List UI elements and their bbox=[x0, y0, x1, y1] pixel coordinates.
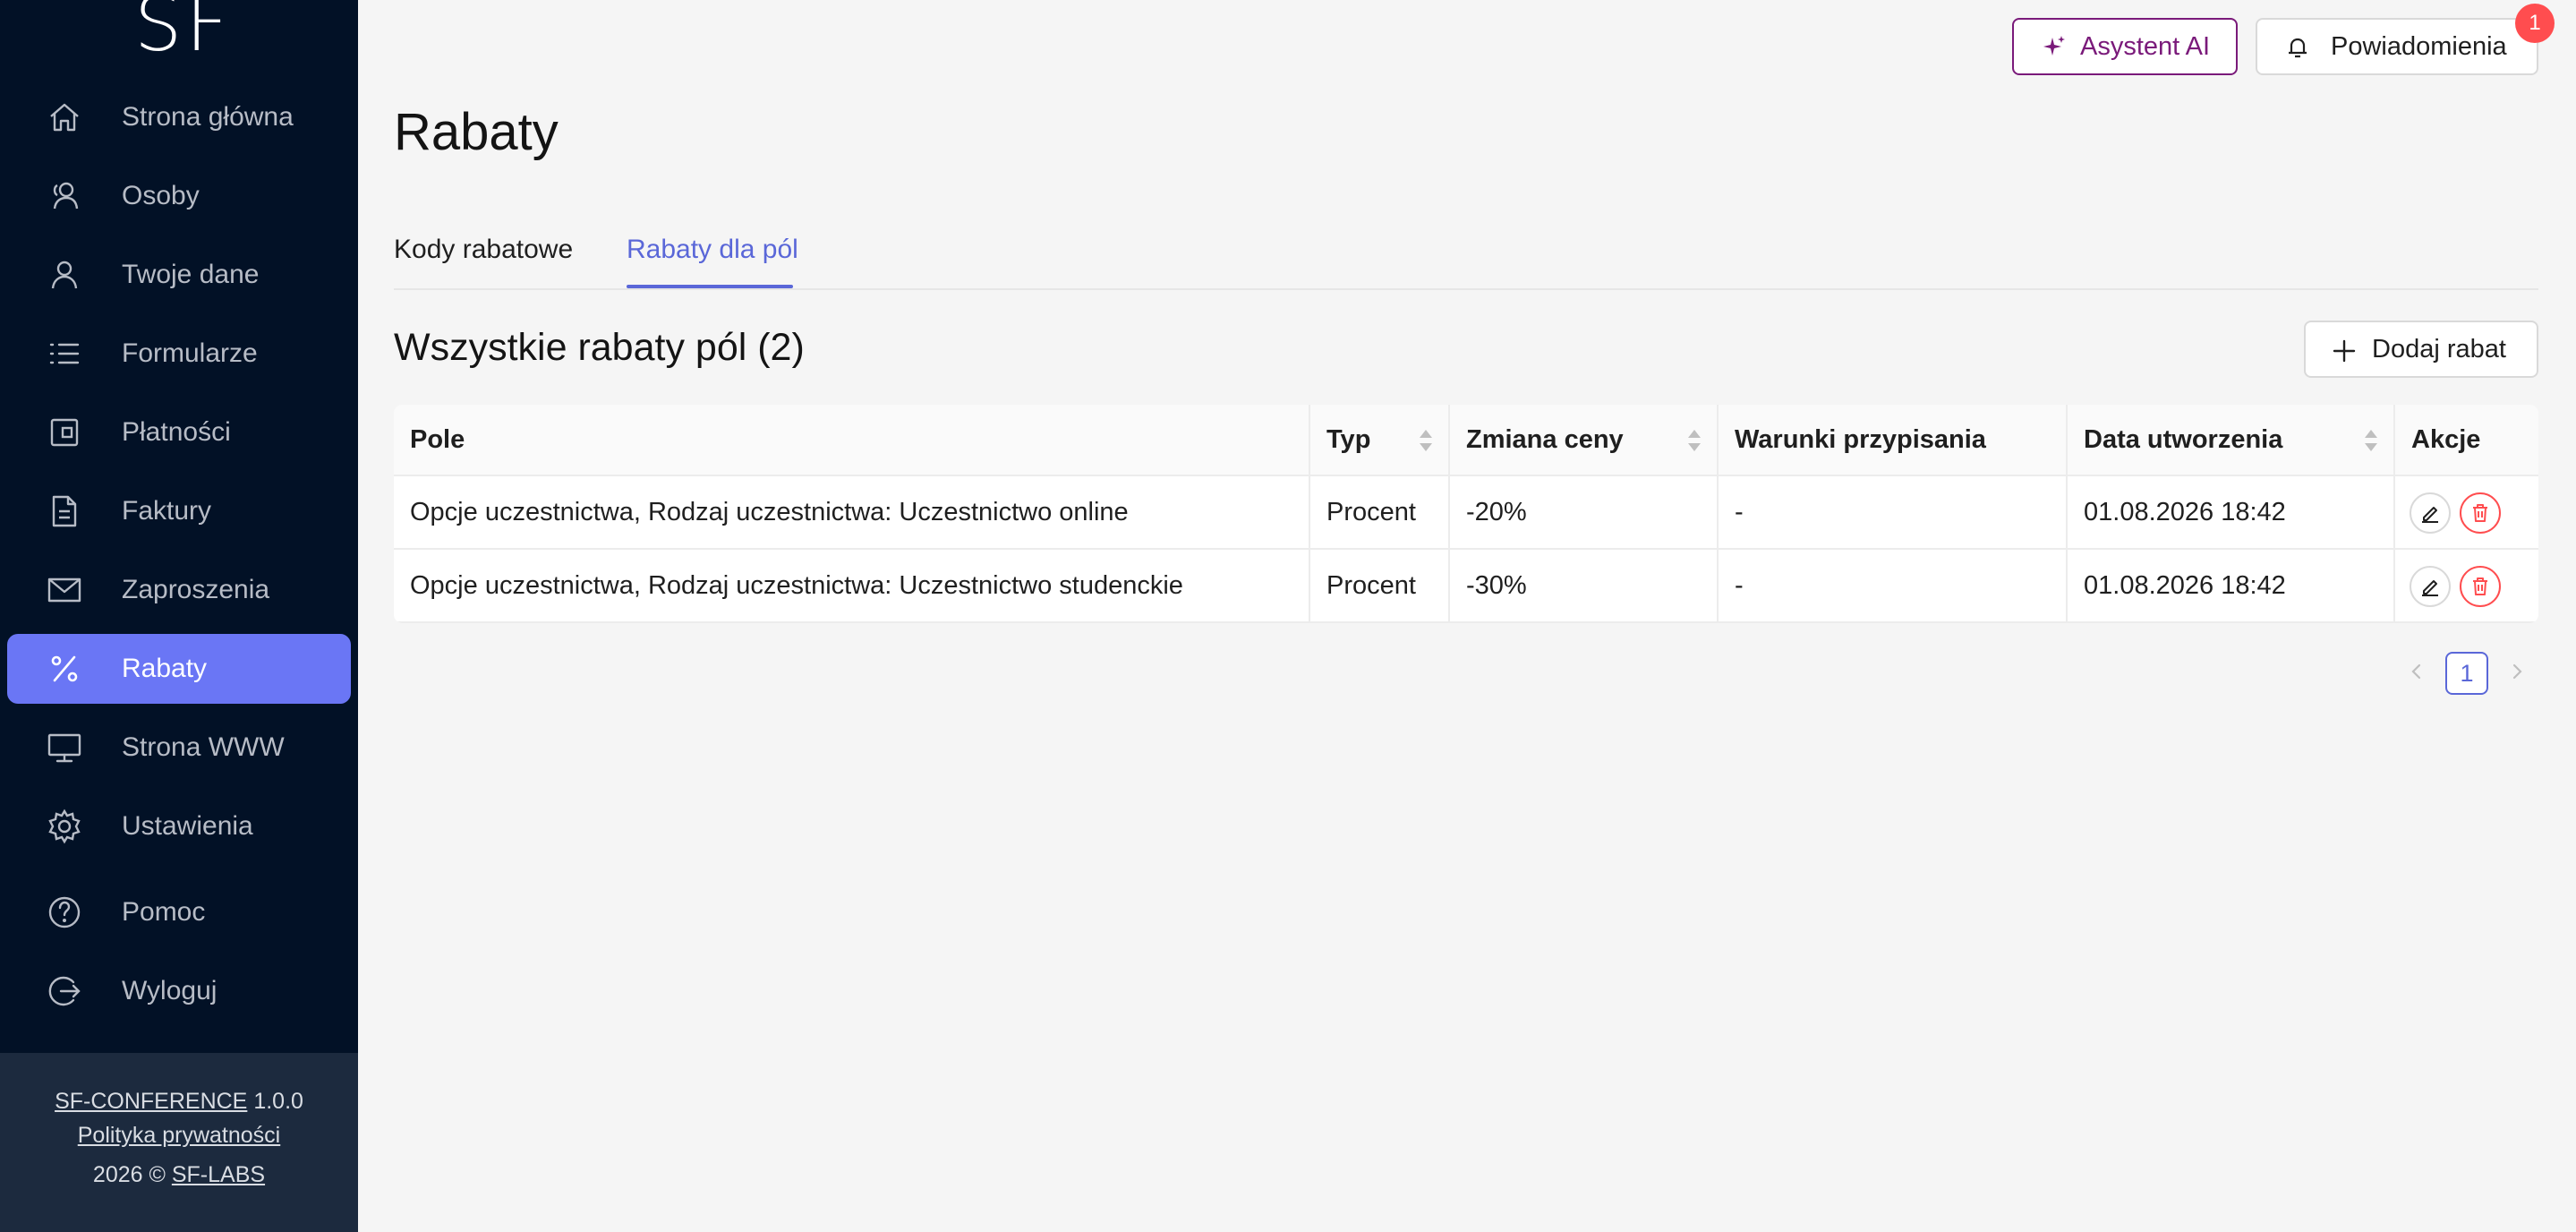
question-icon bbox=[47, 894, 82, 930]
cell-price-change: -20% bbox=[1450, 476, 1719, 548]
home-icon bbox=[47, 99, 82, 135]
gear-icon bbox=[47, 808, 82, 844]
sidebar-item-help[interactable]: Pomoc bbox=[7, 877, 351, 947]
cell-created-date: 01.08.2026 18:42 bbox=[2068, 476, 2395, 548]
sidebar-item-label: Strona główna bbox=[122, 102, 294, 132]
wallet-icon bbox=[47, 415, 82, 450]
edit-button[interactable] bbox=[2410, 566, 2451, 607]
active-tab-indicator bbox=[627, 285, 793, 288]
sidebar-item-label: Pomoc bbox=[122, 897, 206, 927]
cell-conditions: - bbox=[1719, 476, 2068, 548]
tabs-divider bbox=[394, 288, 2538, 290]
cell-type: Procent bbox=[1310, 550, 1450, 621]
sidebar-item-label: Płatności bbox=[122, 417, 231, 447]
sidebar: SF Strona główna Osoby Twoje dane Formul… bbox=[0, 0, 358, 1232]
sidebar-item-label: Ustawienia bbox=[122, 811, 253, 841]
sidebar-item-payments[interactable]: Płatności bbox=[7, 398, 351, 467]
logout-icon bbox=[47, 973, 82, 1009]
table-header: Pole Typ Zmiana ceny Warunki przypisania… bbox=[394, 405, 2538, 476]
sidebar-item-label: Wyloguj bbox=[122, 976, 218, 1005]
percent-icon bbox=[47, 651, 82, 687]
column-header-created-date[interactable]: Data utworzenia bbox=[2068, 405, 2395, 475]
cell-field: Opcje uczestnictwa, Rodzaj uczestnictwa:… bbox=[394, 476, 1310, 548]
tab-field-discounts[interactable]: Rabaty dla pól bbox=[627, 235, 798, 265]
column-header-type[interactable]: Typ bbox=[1310, 405, 1450, 475]
bell-icon bbox=[2289, 38, 2307, 58]
sidebar-item-label: Zaproszenia bbox=[122, 575, 270, 604]
plus-icon bbox=[2333, 339, 2356, 363]
list-icon bbox=[47, 336, 82, 372]
cell-type: Procent bbox=[1310, 476, 1450, 548]
delete-button[interactable] bbox=[2460, 492, 2501, 534]
pencil-icon bbox=[2422, 580, 2438, 596]
sidebar-item-home[interactable]: Strona główna bbox=[7, 82, 351, 152]
column-header-price-change[interactable]: Zmiana ceny bbox=[1450, 405, 1719, 475]
column-header-actions: Akcje bbox=[2411, 424, 2481, 454]
sidebar-item-label: Rabaty bbox=[122, 654, 208, 683]
chevron-right-icon[interactable] bbox=[2504, 659, 2529, 684]
tab-discount-codes[interactable]: Kody rabatowe bbox=[394, 235, 573, 265]
ai-assistant-label: Asystent AI bbox=[2080, 32, 2211, 61]
notifications-button[interactable]: Powiadomienia bbox=[2256, 18, 2538, 75]
sidebar-item-label: Formularze bbox=[122, 338, 258, 368]
sidebar-item-invitations[interactable]: Zaproszenia bbox=[7, 555, 351, 625]
edit-button[interactable] bbox=[2410, 492, 2451, 534]
sidebar-footer: SF-CONFERENCE 1.0.0 Polityka prywatności… bbox=[0, 1053, 358, 1232]
sort-icon bbox=[2365, 430, 2377, 451]
sidebar-item-people[interactable]: Osoby bbox=[7, 161, 351, 231]
cell-conditions: - bbox=[1719, 550, 2068, 621]
notifications-badge: 1 bbox=[2515, 4, 2555, 43]
privacy-link[interactable]: Polityka prywatności bbox=[78, 1123, 280, 1148]
cell-field: Opcje uczestnictwa, Rodzaj uczestnictwa:… bbox=[394, 550, 1310, 621]
trash-icon bbox=[2473, 578, 2487, 595]
sparkle-icon bbox=[2043, 36, 2065, 56]
sidebar-item-label: Strona WWW bbox=[122, 732, 285, 762]
column-header-conditions: Warunki przypisania bbox=[1719, 405, 2068, 475]
sidebar-item-settings[interactable]: Ustawienia bbox=[7, 791, 351, 861]
people-icon bbox=[47, 178, 82, 214]
table-row: Opcje uczestnictwa, Rodzaj uczestnictwa:… bbox=[394, 476, 2538, 550]
discounts-table: Pole Typ Zmiana ceny Warunki przypisania… bbox=[394, 405, 2538, 623]
envelope-icon bbox=[47, 572, 82, 608]
sidebar-item-your-data[interactable]: Twoje dane bbox=[7, 240, 351, 310]
trash-icon bbox=[2473, 504, 2487, 522]
app-version: 1.0.0 bbox=[253, 1089, 303, 1114]
pencil-icon bbox=[2422, 507, 2438, 523]
page-title: Rabaty bbox=[394, 103, 559, 161]
table-row: Opcje uczestnictwa, Rodzaj uczestnictwa:… bbox=[394, 550, 2538, 623]
monitor-icon bbox=[47, 730, 82, 766]
sidebar-item-label: Osoby bbox=[122, 181, 200, 210]
user-icon bbox=[47, 257, 82, 293]
cell-actions bbox=[2395, 476, 2538, 548]
sort-icon bbox=[1420, 430, 1432, 451]
ai-assistant-button[interactable]: Asystent AI bbox=[2012, 18, 2238, 75]
sidebar-item-logout[interactable]: Wyloguj bbox=[7, 956, 351, 1026]
sidebar-item-forms[interactable]: Formularze bbox=[7, 319, 351, 389]
chevron-left-icon[interactable] bbox=[2404, 659, 2429, 684]
sidebar-item-discounts[interactable]: Rabaty bbox=[7, 634, 351, 704]
sidebar-item-label: Faktury bbox=[122, 496, 212, 526]
cell-created-date: 01.08.2026 18:42 bbox=[2068, 550, 2395, 621]
column-header-field: Pole bbox=[394, 405, 1310, 475]
cell-actions bbox=[2395, 550, 2538, 621]
add-discount-label: Dodaj rabat bbox=[2372, 335, 2506, 364]
notifications-label: Powiadomienia bbox=[2331, 32, 2507, 61]
document-icon bbox=[47, 493, 82, 529]
sidebar-item-website[interactable]: Strona WWW bbox=[7, 713, 351, 783]
sort-icon bbox=[1688, 430, 1701, 451]
app-name-link[interactable]: SF-CONFERENCE bbox=[55, 1089, 247, 1114]
cell-price-change: -30% bbox=[1450, 550, 1719, 621]
company-link[interactable]: SF-LABS bbox=[172, 1162, 265, 1187]
add-discount-button[interactable]: Dodaj rabat bbox=[2304, 321, 2538, 378]
pagination-page-current[interactable]: 1 bbox=[2445, 652, 2488, 695]
logo: SF bbox=[134, 0, 233, 68]
copyright: 2026 © bbox=[92, 1162, 166, 1187]
sidebar-item-invoices[interactable]: Faktury bbox=[7, 476, 351, 546]
section-title: Wszystkie rabaty pól (2) bbox=[394, 326, 805, 369]
sidebar-item-label: Twoje dane bbox=[122, 260, 260, 289]
delete-button[interactable] bbox=[2460, 566, 2501, 607]
